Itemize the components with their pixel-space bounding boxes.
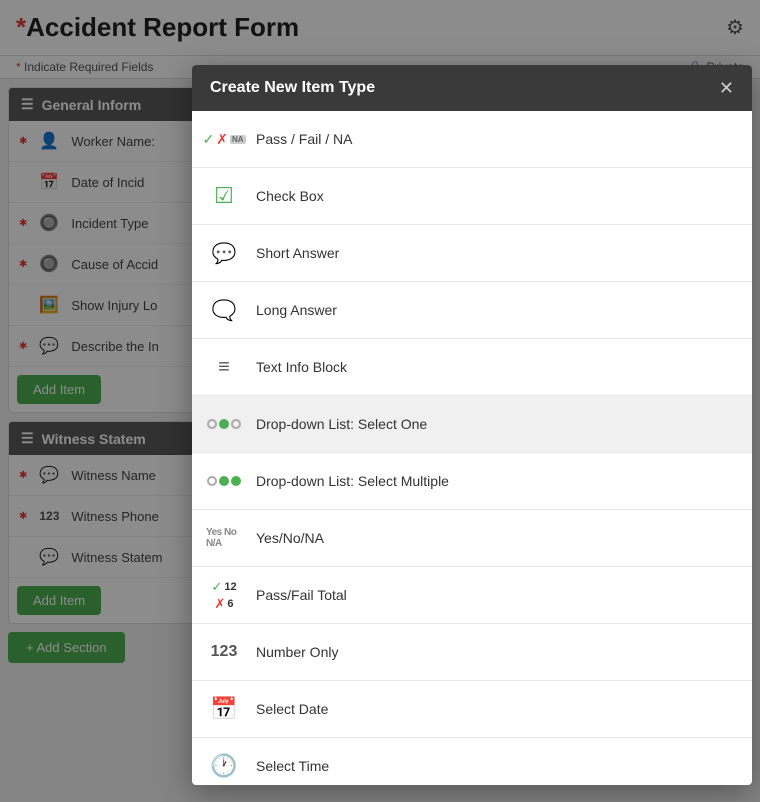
modal-close-button[interactable]: ✕ [719, 79, 734, 97]
item-type-yes-no-na[interactable]: Yes No N/A Yes/No/NA [192, 510, 752, 567]
item-type-dropdown-select-one[interactable]: Drop-down List: Select One [192, 396, 752, 453]
item-type-label: Text Info Block [256, 359, 347, 375]
select-date-icon: 📅 [206, 691, 242, 727]
item-type-pass-fail-na[interactable]: ✓ ✗ NA Pass / Fail / NA [192, 111, 752, 168]
item-type-long-answer[interactable]: 🗨️ Long Answer [192, 282, 752, 339]
item-type-label: Drop-down List: Select One [256, 416, 427, 432]
item-type-label: Check Box [256, 188, 324, 204]
item-type-label: Long Answer [256, 302, 337, 318]
long-answer-icon: 🗨️ [206, 292, 242, 328]
item-type-short-answer[interactable]: 💬 Short Answer [192, 225, 752, 282]
item-type-text-info-block[interactable]: ≡ Text Info Block [192, 339, 752, 396]
short-answer-icon: 💬 [206, 235, 242, 271]
item-type-label: Pass / Fail / NA [256, 131, 352, 147]
item-type-label: Pass/Fail Total [256, 587, 347, 603]
modal-body: ✓ ✗ NA Pass / Fail / NA ☑ Check Box [192, 111, 752, 785]
item-type-label: Yes/No/NA [256, 530, 324, 546]
item-type-dropdown-select-multiple[interactable]: Drop-down List: Select Multiple [192, 453, 752, 510]
item-type-number-only[interactable]: 123 Number Only [192, 624, 752, 681]
pass-fail-total-icon: ✓ 12 ✗ 6 [206, 577, 242, 613]
check-box-icon: ☑ [206, 178, 242, 214]
number-only-icon: 123 [206, 634, 242, 670]
item-type-check-box[interactable]: ☑ Check Box [192, 168, 752, 225]
modal-title: Create New Item Type [210, 79, 375, 97]
pass-fail-na-icon: ✓ ✗ NA [206, 121, 242, 157]
item-type-label: Short Answer [256, 245, 339, 261]
create-item-type-modal: Create New Item Type ✕ ✓ ✗ NA Pass / Fai… [192, 65, 752, 785]
item-type-label: Select Time [256, 758, 329, 774]
item-type-select-date[interactable]: 📅 Select Date [192, 681, 752, 738]
select-time-icon: 🕐 [206, 748, 242, 784]
dropdown-multiple-icon [206, 463, 242, 499]
item-type-pass-fail-total[interactable]: ✓ 12 ✗ 6 Pass/Fail Total [192, 567, 752, 624]
modal-overlay: Create New Item Type ✕ ✓ ✗ NA Pass / Fai… [0, 0, 760, 802]
item-type-select-time[interactable]: 🕐 Select Time [192, 738, 752, 785]
item-type-label: Number Only [256, 644, 338, 660]
text-info-block-icon: ≡ [206, 349, 242, 385]
modal-header: Create New Item Type ✕ [192, 65, 752, 111]
item-type-label: Select Date [256, 701, 328, 717]
item-type-label: Drop-down List: Select Multiple [256, 473, 449, 489]
dropdown-one-icon [206, 406, 242, 442]
yes-no-na-icon: Yes No N/A [206, 520, 242, 556]
